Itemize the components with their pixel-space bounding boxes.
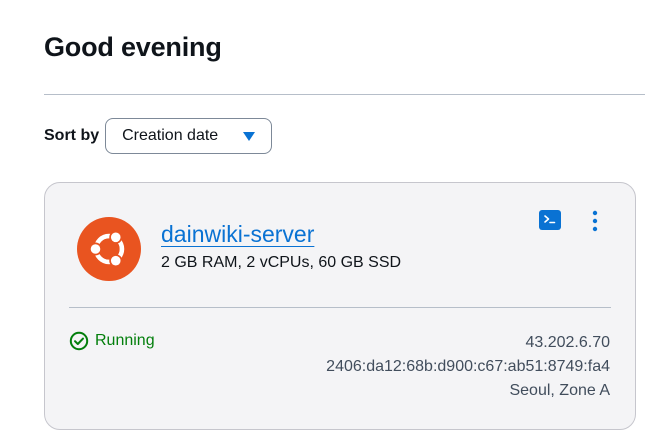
instance-name-link[interactable]: dainwiki-server <box>161 221 314 248</box>
ipv4-address: 43.202.6.70 <box>525 334 610 351</box>
sort-label: Sort by <box>44 127 100 144</box>
ipv6-address: 2406:da12:68b:d900:c67:ab51:8749:fa4 <box>326 358 610 375</box>
check-circle-icon <box>69 331 89 351</box>
ubuntu-logo-icon <box>77 217 141 281</box>
more-vertical-icon <box>592 210 598 232</box>
sort-control: Sort by Creation date <box>44 117 273 155</box>
instance-card: dainwiki-server 2 GB RAM, 2 vCPUs, 60 GB… <box>44 182 636 430</box>
status-indicator: Running <box>69 331 155 351</box>
network-info: 43.202.6.70 2406:da12:68b:d900:c67:ab51:… <box>326 331 610 403</box>
header-divider <box>44 94 645 95</box>
instance-specs: 2 GB RAM, 2 vCPUs, 60 GB SSD <box>161 254 402 271</box>
instance-actions-menu-button[interactable] <box>583 208 607 234</box>
connect-terminal-button[interactable] <box>539 210 561 230</box>
page: Good evening Sort by Creation date dainw… <box>0 0 645 444</box>
status-text: Running <box>95 332 155 349</box>
terminal-icon <box>544 215 556 224</box>
sort-dropdown[interactable]: Creation date <box>105 118 273 154</box>
page-title: Good evening <box>44 32 222 62</box>
caret-down-icon <box>243 131 256 141</box>
card-divider <box>69 307 611 308</box>
location: Seoul, Zone A <box>509 382 610 399</box>
sort-selected-value: Creation date <box>122 127 219 144</box>
